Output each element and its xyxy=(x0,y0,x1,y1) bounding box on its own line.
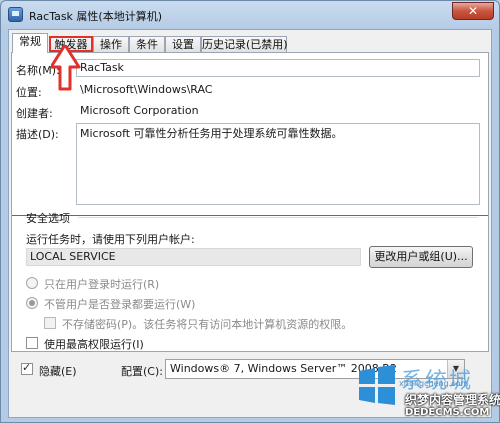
hidden-checkbox[interactable] xyxy=(21,361,33,375)
radio-logged-on-only[interactable] xyxy=(26,277,38,289)
radio-whether-logged-on[interactable] xyxy=(26,297,38,309)
hidden-label: 隐藏(E) xyxy=(39,365,77,378)
task-scheduler-icon xyxy=(8,7,23,22)
location-value: \Microsoft\Windows\RAC xyxy=(80,83,213,96)
selection-marker-line xyxy=(12,215,488,216)
xitongcheng-logo-icon xyxy=(359,365,395,405)
description-label: 描述(D): xyxy=(16,128,59,141)
watermark-site-url: DEDECMS.COM xyxy=(405,407,490,418)
no-store-password-label: 不存储密码(P)。该任务将只有访问本地计算机资源的权限。 xyxy=(62,318,353,331)
user-account-field: LOCAL SERVICE xyxy=(26,248,361,266)
name-field[interactable]: RacTask xyxy=(76,59,480,77)
description-field[interactable]: Microsoft 可靠性分析任务用于处理系统可靠性数据。 xyxy=(76,123,480,205)
author-label: 创建者: xyxy=(16,107,53,120)
author-value: Microsoft Corporation xyxy=(80,104,199,117)
group-divider xyxy=(78,217,478,218)
title-bar[interactable]: RacTask 属性(本地计算机) ✕ xyxy=(1,1,499,29)
close-button[interactable]: ✕ xyxy=(452,2,494,20)
security-options-group: 安全选项 xyxy=(26,212,70,225)
window-title: RacTask 属性(本地计算机) xyxy=(29,10,163,23)
general-tab-panel: 名称(M): RacTask 位置: \Microsoft\Windows\RA… xyxy=(11,52,489,352)
change-user-button[interactable]: 更改用户或组(U)... xyxy=(369,246,473,268)
tab-actions[interactable]: 操作 xyxy=(93,36,129,52)
highest-privileges-label: 使用最高权限运行(I) xyxy=(44,338,144,351)
tab-general[interactable]: 常规 xyxy=(12,33,48,53)
run-as-label: 运行任务时，请使用下列用户帐户: xyxy=(26,233,195,246)
radio-logged-on-label: 只在用户登录时运行(R) xyxy=(44,278,160,291)
location-label: 位置: xyxy=(16,86,42,99)
watermark-site-name: 织梦内容管理系统 xyxy=(405,393,500,407)
radio-whether-label: 不管用户是否登录都要运行(W) xyxy=(44,298,196,311)
tab-history[interactable]: 历史记录(已禁用) xyxy=(201,36,288,52)
highest-privileges-checkbox[interactable] xyxy=(26,337,38,349)
task-properties-window: RacTask 属性(本地计算机) ✕ 常规 触发器 操作 条件 设置 历史记录… xyxy=(0,0,500,423)
tab-settings[interactable]: 设置 xyxy=(165,36,201,52)
config-label: 配置(C): xyxy=(121,365,163,378)
tab-conditions[interactable]: 条件 xyxy=(129,36,165,52)
annotation-arrow-icon xyxy=(51,45,81,91)
watermark-brand-url: xitongcheng.com xyxy=(399,379,469,388)
no-store-password-checkbox[interactable] xyxy=(44,317,56,329)
